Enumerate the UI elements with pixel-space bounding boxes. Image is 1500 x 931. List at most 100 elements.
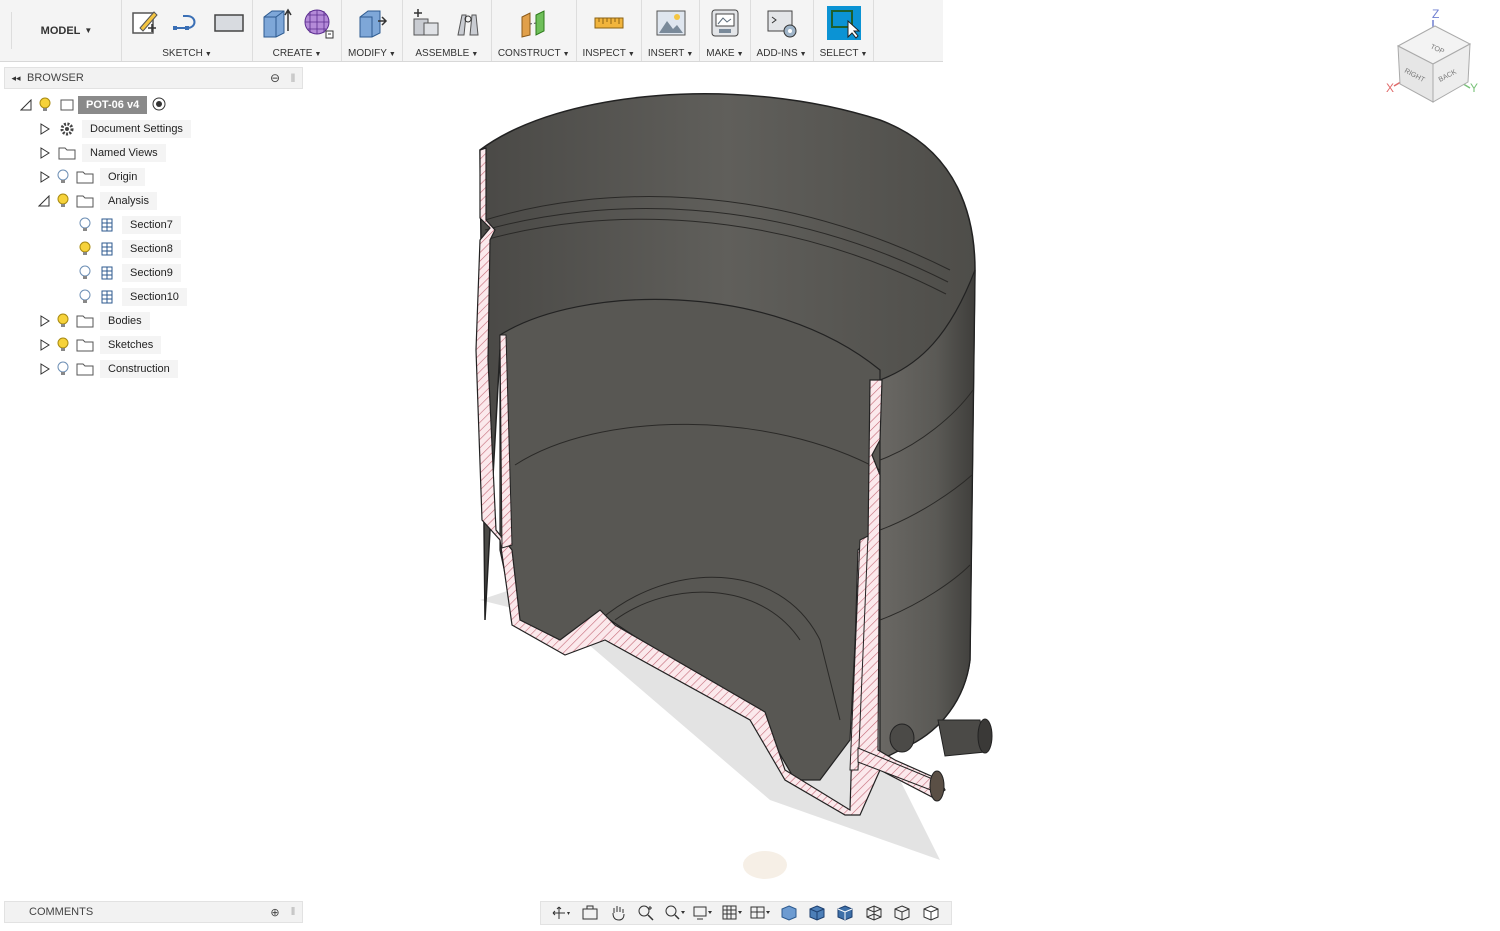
lightbulb-icon[interactable] bbox=[74, 238, 96, 260]
tree-item-named-views[interactable]: Named Views bbox=[36, 142, 166, 164]
offset-plane-icon[interactable] bbox=[517, 6, 551, 40]
chevron-down-icon: ▼ bbox=[388, 51, 396, 58]
toolbar-group-select[interactable]: SELECT ▼ bbox=[814, 0, 875, 61]
collapsed-triangle-icon[interactable] bbox=[36, 315, 52, 327]
tree-root[interactable]: POT-06 v4 bbox=[18, 94, 167, 116]
minus-circle-icon[interactable]: ⊖ bbox=[266, 71, 284, 85]
select-icon[interactable] bbox=[826, 6, 861, 40]
collapsed-triangle-icon[interactable] bbox=[36, 363, 52, 375]
extrude-icon[interactable] bbox=[259, 6, 293, 40]
tree-item-origin[interactable]: Origin bbox=[36, 166, 146, 188]
toolbar-group-label: CONSTRUCT bbox=[497, 48, 561, 59]
wireframe-hidden-view-icon[interactable] bbox=[891, 903, 913, 923]
wireframe-view-icon[interactable] bbox=[863, 903, 885, 923]
main-toolbar: MODEL ▼ SKETCH ▼ CREATE ▼ MODIFY ▼ ASSEM… bbox=[0, 0, 943, 62]
press-pull-icon[interactable] bbox=[355, 6, 389, 40]
lightbulb-icon[interactable] bbox=[74, 286, 96, 308]
grid-icon[interactable] bbox=[721, 903, 743, 923]
tree-item-construction[interactable]: Construction bbox=[36, 358, 178, 380]
viewports-icon[interactable] bbox=[749, 903, 771, 923]
panel-grip-icon[interactable]: ‖ bbox=[284, 71, 302, 85]
3d-print-icon[interactable] bbox=[708, 6, 742, 40]
root-component-label: POT-06 v4 bbox=[78, 96, 148, 114]
axis-y-label: Y bbox=[1470, 81, 1478, 95]
chevron-down-icon: ▼ bbox=[204, 51, 212, 58]
expanded-triangle-icon[interactable] bbox=[18, 99, 34, 111]
browser-header: ◂◂ BROWSER ⊖ ‖ bbox=[4, 67, 303, 89]
lightbulb-icon[interactable] bbox=[52, 334, 74, 356]
tree-item-section8[interactable]: Section8 bbox=[74, 238, 181, 260]
fit-zoom-icon[interactable] bbox=[664, 903, 686, 923]
look-at-icon[interactable] bbox=[579, 903, 601, 923]
zoom-icon[interactable] bbox=[635, 903, 657, 923]
chevron-down-icon: ▼ bbox=[860, 51, 868, 58]
tree-item-section7[interactable]: Section7 bbox=[74, 214, 181, 236]
lightbulb-icon[interactable] bbox=[52, 166, 74, 188]
toolbar-group-inspect[interactable]: INSPECT ▼ bbox=[577, 0, 642, 61]
chevron-down-icon: ▼ bbox=[562, 51, 570, 58]
create-sketch-icon[interactable] bbox=[128, 6, 162, 40]
toolbar-group-sketch[interactable]: SKETCH ▼ bbox=[122, 0, 253, 61]
folder-icon bbox=[56, 142, 78, 164]
tree-item-sketches[interactable]: Sketches bbox=[36, 334, 162, 356]
toolbar-group-construct[interactable]: CONSTRUCT ▼ bbox=[492, 0, 577, 61]
tree-item-bodies[interactable]: Bodies bbox=[36, 310, 150, 332]
toolbar-group-label: MAKE bbox=[706, 48, 735, 59]
comments-panel[interactable]: COMMENTS ⊕ ‖ bbox=[4, 901, 303, 923]
rectangle-icon[interactable] bbox=[212, 6, 246, 40]
toolbar-group-make[interactable]: MAKE ▼ bbox=[700, 0, 751, 61]
collapsed-triangle-icon[interactable] bbox=[36, 147, 52, 159]
pan-hand-icon[interactable] bbox=[607, 903, 629, 923]
tree-item-label: Sketches bbox=[100, 336, 162, 354]
tree-item-document-settings[interactable]: Document Settings bbox=[36, 118, 191, 140]
lightbulb-icon[interactable] bbox=[74, 214, 96, 236]
lightbulb-icon[interactable] bbox=[52, 358, 74, 380]
folder-icon bbox=[74, 190, 96, 212]
visible-edges-view-icon[interactable] bbox=[920, 903, 942, 923]
toolbar-group-assemble[interactable]: ASSEMBLE ▼ bbox=[403, 0, 492, 61]
new-component-icon[interactable] bbox=[409, 6, 443, 40]
toolbar-group-add-ins[interactable]: ADD-INS ▼ bbox=[751, 0, 814, 61]
plus-circle-icon[interactable]: ⊕ bbox=[266, 906, 284, 919]
toolbar-group-label: SELECT bbox=[819, 48, 859, 59]
form-icon[interactable] bbox=[301, 6, 335, 40]
display-settings-icon[interactable] bbox=[692, 903, 714, 923]
toolbar-grip[interactable] bbox=[0, 12, 12, 49]
shaded-view-icon[interactable] bbox=[778, 903, 800, 923]
insert-image-icon[interactable] bbox=[654, 6, 688, 40]
orbit-icon[interactable] bbox=[550, 903, 572, 923]
toolbar-group-create[interactable]: CREATE ▼ bbox=[253, 0, 342, 61]
workspace-switcher[interactable]: MODEL ▼ bbox=[12, 0, 122, 61]
expanded-triangle-icon[interactable] bbox=[36, 195, 52, 207]
lightbulb-icon[interactable] bbox=[34, 94, 56, 116]
tree-item-analysis[interactable]: Analysis bbox=[36, 190, 157, 212]
folder-icon bbox=[74, 166, 96, 188]
tree-item-label: Document Settings bbox=[82, 120, 191, 138]
chevron-down-icon: ▼ bbox=[627, 51, 635, 58]
lightbulb-icon[interactable] bbox=[52, 310, 74, 332]
line-icon[interactable] bbox=[170, 6, 204, 40]
viewcube[interactable]: Z X Y TOP RIGHT BACK bbox=[1380, 4, 1490, 114]
tree-item-section10[interactable]: Section10 bbox=[74, 286, 187, 308]
toolbar-group-insert[interactable]: INSERT ▼ bbox=[642, 0, 701, 61]
collapsed-triangle-icon[interactable] bbox=[36, 339, 52, 351]
model-viewport[interactable] bbox=[440, 80, 1020, 880]
activate-radio-icon[interactable] bbox=[151, 96, 167, 115]
panel-grip-icon[interactable]: ‖ bbox=[284, 906, 302, 918]
lightbulb-icon[interactable] bbox=[52, 190, 74, 212]
joint-icon[interactable] bbox=[451, 6, 485, 40]
collapsed-triangle-icon[interactable] bbox=[36, 171, 52, 183]
tree-item-label: Analysis bbox=[100, 192, 157, 210]
collapse-panel-icon[interactable]: ◂◂ bbox=[5, 73, 27, 84]
chevron-down-icon: ▼ bbox=[799, 51, 807, 58]
scripts-addins-icon[interactable] bbox=[765, 6, 799, 40]
shaded-edges-view-icon[interactable] bbox=[806, 903, 828, 923]
measure-icon[interactable] bbox=[592, 6, 626, 40]
lightbulb-icon[interactable] bbox=[74, 262, 96, 284]
tree-item-label: Construction bbox=[100, 360, 178, 378]
collapsed-triangle-icon[interactable] bbox=[36, 123, 52, 135]
tree-item-section9[interactable]: Section9 bbox=[74, 262, 181, 284]
chevron-down-icon: ▼ bbox=[84, 26, 93, 35]
shaded-hidden-edges-view-icon[interactable] bbox=[834, 903, 856, 923]
toolbar-group-modify[interactable]: MODIFY ▼ bbox=[342, 0, 403, 61]
